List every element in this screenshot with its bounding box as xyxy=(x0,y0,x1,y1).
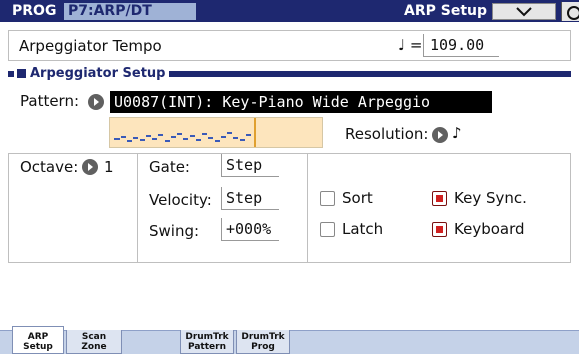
quarter-note-icon: ♩ = xyxy=(398,36,423,54)
octave-value[interactable]: 1 xyxy=(104,158,114,176)
swing-value-field[interactable]: +000% xyxy=(221,218,279,241)
tab-arp-setup[interactable]: ARP Setup xyxy=(12,326,64,354)
gate-value-field[interactable]: Step xyxy=(221,154,279,177)
page-menu-button[interactable] xyxy=(492,3,556,20)
column-divider xyxy=(137,153,138,263)
velocity-label: Velocity: xyxy=(149,191,212,209)
latch-label: Latch xyxy=(342,220,384,238)
keyboard-label: Keyboard xyxy=(454,220,525,238)
latch-checkbox[interactable] xyxy=(320,222,335,237)
pattern-value-field[interactable]: U0087(INT): Key-Piano Wide Arpeggio xyxy=(110,91,492,113)
tab-scan-zone[interactable]: Scan Zone xyxy=(66,330,122,354)
octave-select-button[interactable] xyxy=(82,159,98,175)
keyboard-checkbox[interactable] xyxy=(432,222,447,237)
pattern-select-button[interactable] xyxy=(88,94,104,110)
tab-label: Prog xyxy=(251,342,275,352)
sort-checkbox[interactable] xyxy=(320,191,335,206)
tab-label: DrumTrk xyxy=(185,332,229,342)
section-title: Arpeggiator Setup xyxy=(14,66,170,81)
mode-label: PROG xyxy=(12,3,57,19)
resolution-label: Resolution: xyxy=(345,125,429,143)
tab-label: ARP xyxy=(27,332,49,342)
tab-label: DrumTrk xyxy=(241,332,285,342)
swing-label: Swing: xyxy=(149,222,200,240)
arpeggiator-tempo-row: Arpeggiator Tempo ♩ = 109.00 xyxy=(8,30,571,61)
sort-label: Sort xyxy=(342,189,373,207)
gate-label: Gate: xyxy=(149,158,190,176)
tempo-label: Arpeggiator Tempo xyxy=(19,37,162,55)
tab-drumtrk-prog[interactable]: DrumTrk Prog xyxy=(236,330,290,354)
clipped-menu-icon[interactable] xyxy=(561,2,579,21)
key-sync-checkbox[interactable] xyxy=(432,191,447,206)
pattern-preview xyxy=(109,117,323,148)
key-sync-label: Key Sync. xyxy=(454,189,527,207)
tab-drumtrk-pattern[interactable]: DrumTrk Pattern xyxy=(180,330,234,354)
resolution-value[interactable]: ♪ xyxy=(452,124,462,142)
tab-label: Zone xyxy=(81,342,107,352)
tab-label: Setup xyxy=(23,342,53,352)
pattern-label: Pattern: xyxy=(20,92,80,110)
chevron-down-icon xyxy=(516,6,532,16)
column-divider xyxy=(307,153,308,263)
page-title: ARP Setup xyxy=(403,3,487,19)
header-bar: PROG P7:ARP/DT ARP Setup xyxy=(0,0,579,22)
tab-label: Scan xyxy=(81,332,107,342)
tab-label: Pattern xyxy=(188,342,226,352)
tempo-value-field[interactable]: 109.00 xyxy=(423,34,499,57)
octave-label: Octave: xyxy=(20,158,79,176)
program-name: P7:ARP/DT xyxy=(64,3,196,20)
resolution-select-button[interactable] xyxy=(432,127,448,143)
velocity-value-field[interactable]: Step xyxy=(221,187,279,210)
